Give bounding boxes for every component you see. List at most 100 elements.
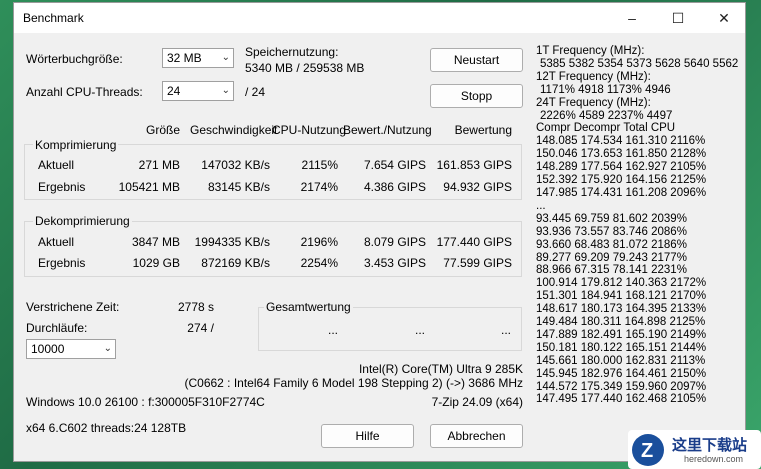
- compression-result-cpu: 2174%: [300, 180, 338, 194]
- memory-value: 5340 MB / 259538 MB: [245, 61, 365, 75]
- elapsed-label: Verstrichene Zeit:: [26, 300, 120, 314]
- compression-result-size: 105421 MB: [118, 180, 180, 194]
- restart-button[interactable]: Neustart: [430, 48, 523, 72]
- maximize-button[interactable]: ☐: [655, 3, 701, 33]
- chevron-down-icon: ⌄: [103, 343, 112, 354]
- total-rating-value-3: ...: [501, 323, 512, 337]
- benchmark-window: Benchmark – ☐ ✕ Wörterbuchgröße: 32 MB ⌄…: [13, 2, 746, 462]
- dictionary-label: Wörterbuchgröße:: [26, 52, 123, 66]
- decompression-result-size: 1029 GB: [132, 256, 180, 270]
- watermark-logo: Z 这里下载站 heredown.com: [628, 430, 761, 469]
- freq-row: 145.945 182.976 164.461 2150%: [536, 367, 707, 380]
- total-rating-value-2: ...: [415, 323, 426, 337]
- freq-row: 148.085 174.534 161.310 2116%: [536, 135, 706, 148]
- stop-button[interactable]: Stopp: [430, 84, 523, 108]
- column-rating: Bewertung: [454, 123, 512, 137]
- compression-current-speed: 147032 KB/s: [201, 158, 270, 172]
- zip-version: 7-Zip 24.09 (x64): [431, 395, 523, 409]
- decompression-current-label: Aktuell: [38, 235, 75, 249]
- decompression-current-rating: 177.440 GIPS: [436, 235, 512, 249]
- freq-row: 145.661 180.000 162.831 2113%: [536, 354, 706, 367]
- arch-info: x64 6.C602 threads:24 128TB: [26, 421, 187, 435]
- compression-current-rating: 161.853 GIPS: [436, 158, 512, 172]
- os-info: Windows 10.0 26100 : f:300005F310F2774C: [26, 395, 265, 409]
- watermark-subtext: heredown.com: [684, 454, 744, 464]
- freq-24t-values: 2226% 4589 2237% 4497: [540, 109, 673, 122]
- decompression-current-size: 3847 MB: [131, 235, 180, 249]
- decompression-current-rating-usage: 8.079 GIPS: [363, 235, 426, 249]
- cancel-button[interactable]: Abbrechen: [430, 424, 523, 448]
- compression-current-rating-usage: 7.654 GIPS: [363, 158, 426, 172]
- svg-text:Z: Z: [641, 440, 653, 462]
- freq-row: 151.301 184.941 168.121 2170%: [536, 290, 707, 303]
- decompression-result-cpu: 2254%: [300, 256, 338, 270]
- freq-row: 147.985 174.431 161.208 2096%: [536, 186, 707, 199]
- freq-1t-values: 5385 5382 5354 5373 5628 5640 5562: [540, 57, 739, 70]
- watermark-icon: Z: [632, 434, 664, 466]
- compression-current-cpu: 2115%: [301, 158, 338, 172]
- frequency-log: 1T Frequency (MHz): 5385 5382 5354 5373 …: [536, 45, 741, 406]
- decompression-result-rating: 77.599 GIPS: [443, 256, 512, 270]
- decompression-current-speed: 1994335 KB/s: [194, 235, 270, 249]
- compression-result-label: Ergebnis: [38, 180, 86, 194]
- freq-row: 152.392 175.920 164.156 2125%: [536, 174, 707, 187]
- total-rating-value-1: ...: [328, 323, 339, 337]
- help-button[interactable]: Hilfe: [321, 424, 414, 448]
- title-bar: Benchmark – ☐ ✕: [14, 3, 745, 33]
- dictionary-value: 32 MB: [167, 51, 202, 65]
- freq-row: 100.914 179.812 140.363 2172%: [536, 277, 707, 290]
- freq-row: 93.660 68.483 81.072 2186%: [536, 238, 687, 251]
- column-size: Größe: [145, 123, 180, 137]
- freq-row: 150.181 180.122 165.151 2144%: [536, 341, 707, 354]
- threads-label: Anzahl CPU-Threads:: [26, 85, 143, 99]
- chevron-down-icon: ⌄: [221, 52, 230, 63]
- compression-result-rating: 94.932 GIPS: [443, 180, 512, 194]
- freq-12t-values: 1171% 4918 1173% 4946: [540, 83, 671, 96]
- freq-row: 89.277 69.209 79.243 2177%: [536, 251, 687, 264]
- compression-result-rating-usage: 4.386 GIPS: [363, 180, 426, 194]
- column-speed: Geschwindigkeit: [190, 123, 278, 137]
- cpu-detail: (C0662 : Intel64 Family 6 Model 198 Step…: [184, 376, 523, 390]
- chevron-down-icon: ⌄: [221, 85, 230, 96]
- decompression-result-label: Ergebnis: [38, 256, 86, 270]
- close-button[interactable]: ✕: [701, 3, 747, 33]
- dictionary-select[interactable]: 32 MB ⌄: [162, 48, 234, 68]
- freq-row: 88.966 67.315 78.141 2231%: [536, 264, 687, 277]
- freq-row: 93.936 73.557 83.746 2086%: [536, 225, 687, 238]
- memory-label: Speichernutzung:: [245, 45, 339, 59]
- passes-select[interactable]: 10000 ⌄: [26, 339, 116, 359]
- compression-result-speed: 83145 KB/s: [207, 180, 270, 194]
- compression-current-size: 271 MB: [138, 158, 180, 172]
- compression-current-label: Aktuell: [38, 158, 75, 172]
- freq-row: 148.289 177.564 162.927 2105%: [536, 161, 707, 174]
- threads-select[interactable]: 24 ⌄: [162, 81, 234, 101]
- passes-label: Durchläufe:: [26, 321, 88, 335]
- freq-row: 149.484 180.311 164.898 2125%: [536, 316, 706, 329]
- freq-1t-label: 1T Frequency (MHz):: [536, 45, 645, 57]
- window-title: Benchmark: [23, 11, 84, 25]
- total-rating-title: Gesamtwertung: [264, 300, 353, 314]
- decompression-result-speed: 872169 KB/s: [201, 256, 270, 270]
- freq-24t-label: 24T Frequency (MHz):: [536, 96, 651, 109]
- freq-row: 147.495 177.440 162.468 2105%: [536, 393, 707, 406]
- freq-table-header: Compr Decompr Total CPU: [536, 122, 676, 135]
- cpu-name: Intel(R) Core(TM) Ultra 9 285K: [358, 362, 523, 376]
- freq-row: 144.572 175.349 159.960 2097%: [536, 380, 707, 393]
- passes-value: 274 /: [187, 321, 214, 335]
- decompression-current-cpu: 2196%: [300, 235, 338, 249]
- compression-title: Komprimierung: [33, 138, 119, 152]
- decompression-title: Dekomprimierung: [33, 214, 132, 228]
- freq-row: 93.445 69.759 81.602 2039%: [536, 212, 687, 225]
- column-cpu: CPU-Nutzung: [272, 123, 347, 137]
- minimize-button[interactable]: –: [609, 3, 655, 33]
- decompression-result-rating-usage: 3.453 GIPS: [363, 256, 426, 270]
- threads-value: 24: [167, 84, 181, 98]
- watermark-text: 这里下载站: [672, 437, 748, 454]
- passes-select-value: 10000: [31, 342, 65, 356]
- threads-total: / 24: [245, 85, 266, 99]
- column-rating-usage: Bewert./Nutzung: [343, 123, 432, 137]
- freq-row: 150.046 173.653 161.850 2128%: [536, 148, 707, 161]
- freq-ellipsis: ...: [536, 199, 546, 212]
- freq-row: 147.889 182.491 165.190 2149%: [536, 328, 707, 341]
- freq-12t-label: 12T Frequency (MHz):: [536, 70, 651, 83]
